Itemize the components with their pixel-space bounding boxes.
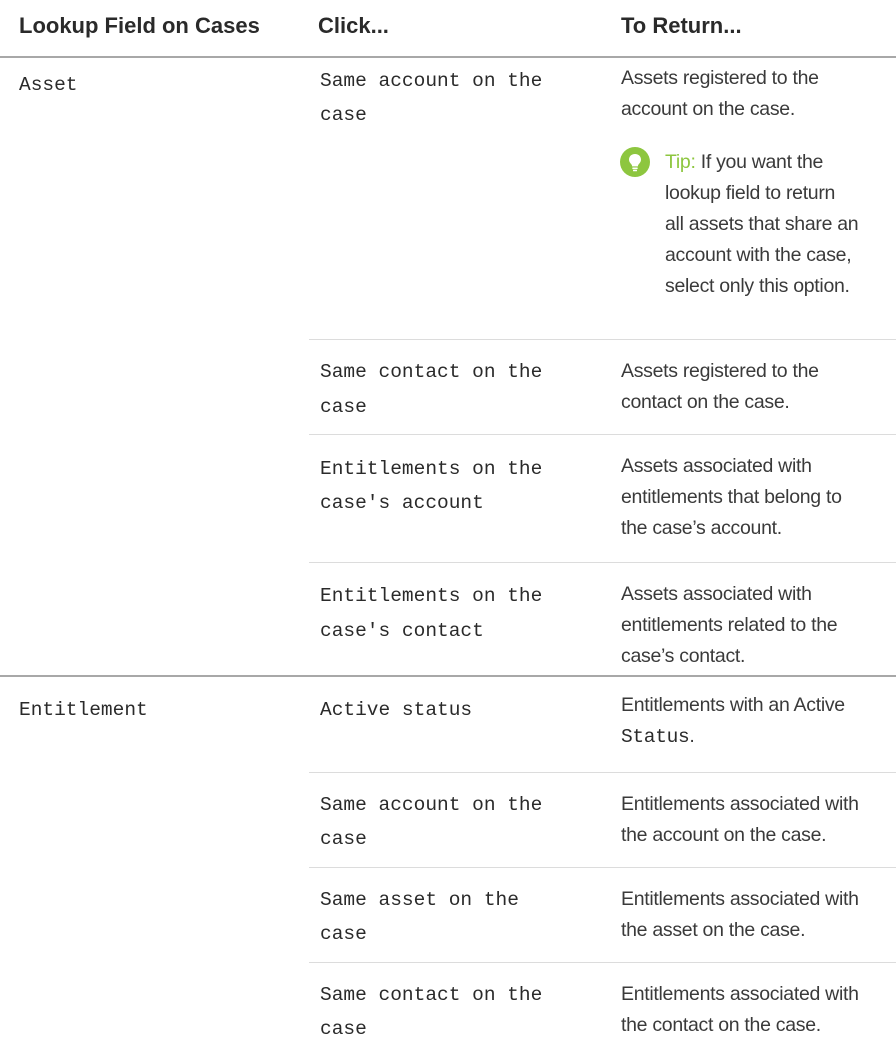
row-divider [309, 434, 896, 435]
table-row-click-line: Same asset on the [320, 889, 519, 911]
tip-line: account with the case, [665, 244, 852, 266]
tip-line: lookup field to return [665, 182, 836, 204]
table-row-click-line: Same account on the [320, 794, 543, 816]
lookup-asset: Asset [19, 74, 78, 96]
table-row-return-line: entitlements that belong to [621, 486, 842, 508]
table-row-click-line: case's account [320, 492, 484, 514]
row-divider [309, 867, 896, 868]
table-row-click-line: Same account on the [320, 70, 543, 92]
table-row-return-line: Assets registered to the [621, 360, 819, 382]
table-row-return-line: Assets registered to the [621, 67, 819, 89]
table-row-return-line: Entitlements associated with [621, 888, 859, 910]
table-row-return-line: Entitlements associated with [621, 793, 859, 815]
row-divider [309, 339, 896, 340]
table-row-return-line: Entitlements with an Active [621, 694, 845, 716]
status-code: Status [621, 726, 690, 748]
table-row-return-line: Status. [621, 725, 695, 748]
table-row-click-line: case [320, 828, 367, 850]
tip-line: all assets that share an [665, 213, 859, 235]
table-row-click-line: case [320, 104, 367, 126]
table-row-return-line: contact on the case. [621, 391, 790, 413]
header-lookup-field: Lookup Field on Cases [19, 13, 260, 38]
group-divider [0, 675, 896, 677]
header-click: Click... [318, 13, 389, 38]
tip-label: Tip: [665, 151, 696, 173]
table-row-return-line: entitlements related to the [621, 614, 838, 636]
table-row-return-line: Assets associated with [621, 583, 812, 605]
table-row-click-line: Same contact on the [320, 984, 543, 1006]
table-row-click-line: Entitlements on the [320, 458, 543, 480]
table-row-return-line: the contact on the case. [621, 1014, 821, 1036]
row-divider [309, 772, 896, 773]
table-row-return-line: the asset on the case. [621, 919, 806, 941]
table-row-click-line: case [320, 396, 367, 418]
table-row-click-line: Active status [320, 699, 473, 721]
table-row-return-line: the case’s account. [621, 517, 782, 539]
lookup-entitlement: Entitlement [19, 699, 148, 721]
table-row-return-line: Entitlements associated with [621, 983, 859, 1005]
header-to-return: To Return... [621, 13, 742, 38]
row-divider [309, 562, 896, 563]
tip-line: Tip: If you want the [665, 151, 824, 173]
table-row-click-line: Same contact on the [320, 361, 543, 383]
table-row-click-line: case [320, 1018, 367, 1040]
table-row-click-line: case [320, 923, 367, 945]
row-divider [309, 962, 896, 963]
table-row-click-line: Entitlements on the [320, 585, 543, 607]
table-row-return-line: account on the case. [621, 98, 795, 120]
lightbulb-icon [620, 147, 650, 177]
table-row-return-line: case’s contact. [621, 645, 746, 667]
tip-line: select only this option. [665, 275, 850, 297]
table-row-return-line: the account on the case. [621, 824, 827, 846]
table-header: Lookup Field on Cases Click... To Return… [0, 0, 896, 58]
lookup-options-table: Lookup Field on Cases Click... To Return… [0, 0, 896, 1040]
table-row-click-line: case's contact [320, 620, 484, 642]
table-row-return-line: Assets associated with [621, 455, 812, 477]
